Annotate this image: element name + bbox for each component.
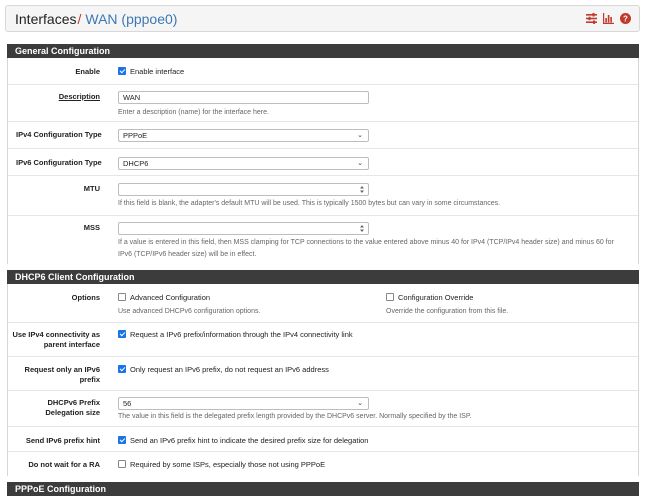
prefix-only-text: Only request an IPv6 prefix, do not requ…: [130, 365, 329, 374]
delegation-size-select[interactable]: 56 ⌄: [118, 397, 369, 410]
checkbox-unchecked-icon[interactable]: [386, 293, 394, 301]
pppoe-config-heading: PPPoE Configuration: [7, 482, 639, 496]
mtu-hint: If this field is blank, the adapter's de…: [118, 200, 501, 207]
options-label: Options: [71, 293, 100, 302]
ipv4-parent-text: Request a IPv6 prefix/information throug…: [130, 330, 353, 339]
chevron-down-icon: ⌄: [357, 400, 363, 407]
chevron-down-icon: ⌄: [357, 160, 363, 167]
chart-icon[interactable]: [603, 13, 614, 24]
mtu-input[interactable]: [118, 183, 369, 196]
prefix-hint-text: Send an IPv6 prefix hint to indicate the…: [130, 436, 369, 445]
delegation-label-line1: DHCPv6 Prefix: [47, 398, 100, 407]
header-icons: ?: [586, 13, 631, 24]
breadcrumb-root[interactable]: Interfaces: [15, 11, 76, 27]
enable-row: Enable Enable interface: [8, 58, 638, 84]
advanced-config-text: Advanced Configuration: [130, 293, 211, 302]
no-wait-ra-label: Do not wait for a RA: [28, 460, 100, 469]
ipv4-type-row: IPv4 Configuration Type PPPoE ⌄: [8, 121, 638, 148]
breadcrumb-current[interactable]: WAN (pppoe0): [85, 11, 177, 27]
checkbox-checked-icon[interactable]: [118, 330, 126, 338]
ipv4-parent-label-line1: Use IPv4 connectivity as: [12, 330, 100, 339]
description-field[interactable]: [123, 93, 343, 102]
options-row: Options Advanced Configuration Use advan…: [8, 284, 638, 322]
ipv4-parent-label: Use IPv4 connectivity as parent interface: [0, 330, 100, 350]
stepper-icon[interactable]: [359, 224, 365, 233]
help-icon[interactable]: ?: [620, 13, 631, 24]
ipv4-parent-checkbox[interactable]: Request a IPv6 prefix/information throug…: [118, 330, 353, 340]
description-row: Description Enter a description (name) f…: [8, 84, 638, 121]
checkbox-checked-icon[interactable]: [118, 365, 126, 373]
breadcrumb-separator: /: [77, 11, 82, 27]
stepper-icon[interactable]: [359, 185, 365, 194]
checkbox-checked-icon[interactable]: [118, 436, 126, 444]
ipv6-type-label: IPv6 Configuration Type: [16, 158, 102, 167]
mss-label: MSS: [83, 223, 100, 232]
config-override-text: Configuration Override: [398, 293, 474, 302]
advanced-config-hint: Use advanced DHCPv6 configuration option…: [118, 308, 261, 315]
mtu-field[interactable]: [123, 185, 343, 194]
no-wait-ra-text: Required by some ISPs, especially those …: [130, 460, 326, 469]
mss-row: MSS If a value is entered in this field,…: [8, 215, 638, 264]
no-wait-ra-checkbox[interactable]: Required by some ISPs, especially those …: [118, 460, 325, 470]
prefix-only-label-line2: prefix: [79, 375, 100, 384]
delegation-label-line2: Delegation size: [45, 408, 100, 417]
description-input[interactable]: [118, 91, 369, 104]
svg-text:?: ?: [623, 14, 628, 23]
settings-sliders-icon[interactable]: [586, 13, 597, 24]
prefix-hint-label: Send IPv6 prefix hint: [25, 436, 100, 445]
checkbox-unchecked-icon[interactable]: [118, 293, 126, 301]
delegation-label: DHCPv6 Prefix Delegation size: [10, 398, 100, 418]
delegation-size-value: 56: [123, 399, 132, 408]
dhcp6-config-heading: DHCP6 Client Configuration: [7, 270, 639, 284]
enable-label: Enable: [75, 67, 100, 76]
config-override-checkbox[interactable]: Configuration Override: [386, 293, 473, 303]
ipv6-type-select[interactable]: DHCP6 ⌄: [118, 157, 369, 170]
chevron-down-icon: ⌄: [357, 132, 363, 139]
dhcp6-config-panel: Options Advanced Configuration Use advan…: [7, 284, 639, 476]
description-label[interactable]: Description: [10, 92, 100, 102]
breadcrumb: Interfaces/WAN (pppoe0): [15, 11, 177, 27]
ipv4-type-value: PPPoE: [123, 131, 148, 140]
mtu-label: MTU: [83, 184, 100, 193]
mtu-row: MTU If this field is blank, the adapter'…: [8, 175, 638, 215]
enable-checkbox[interactable]: Enable interface: [118, 67, 184, 77]
delegation-hint: The value in this field is the delegated…: [118, 413, 472, 420]
prefix-only-label: Request only an IPv6 prefix: [10, 365, 100, 385]
ipv6-type-row: IPv6 Configuration Type DHCP6 ⌄: [8, 148, 638, 175]
prefix-only-label-line1: Request only an IPv6: [24, 365, 100, 374]
prefix-hint-checkbox[interactable]: Send an IPv6 prefix hint to indicate the…: [118, 436, 368, 446]
enable-text: Enable interface: [130, 67, 185, 76]
breadcrumb-bar: Interfaces/WAN (pppoe0) ?: [5, 5, 640, 32]
ipv6-type-value: DHCP6: [123, 159, 149, 168]
mss-field[interactable]: [123, 224, 343, 233]
prefix-only-checkbox[interactable]: Only request an IPv6 prefix, do not requ…: [118, 365, 329, 375]
advanced-config-checkbox[interactable]: Advanced Configuration: [118, 293, 210, 303]
general-config-panel: Enable Enable interface Description Ente…: [7, 58, 639, 264]
delegation-row: DHCPv6 Prefix Delegation size 56 ⌄ The va…: [8, 390, 638, 426]
ipv4-type-label: IPv4 Configuration Type: [16, 130, 102, 139]
checkbox-checked-icon[interactable]: [118, 67, 126, 75]
prefix-only-row: Request only an IPv6 prefix Only request …: [8, 356, 638, 390]
ipv4-type-select[interactable]: PPPoE ⌄: [118, 129, 369, 142]
ipv4-parent-row: Use IPv4 connectivity as parent interface…: [8, 322, 638, 356]
no-wait-ra-row: Do not wait for a RA Required by some IS…: [8, 451, 638, 476]
config-override-hint: Override the configuration from this fil…: [386, 308, 509, 315]
general-config-heading: General Configuration: [7, 44, 639, 58]
mss-hint: If a value is entered in this field, the…: [118, 239, 614, 258]
ipv4-parent-label-line2: parent interface: [43, 340, 100, 349]
prefix-hint-row: Send IPv6 prefix hint Send an IPv6 prefi…: [8, 426, 638, 451]
mss-input[interactable]: [118, 222, 369, 235]
checkbox-unchecked-icon[interactable]: [118, 460, 126, 468]
description-hint: Enter a description (name) for the inter…: [118, 109, 269, 116]
